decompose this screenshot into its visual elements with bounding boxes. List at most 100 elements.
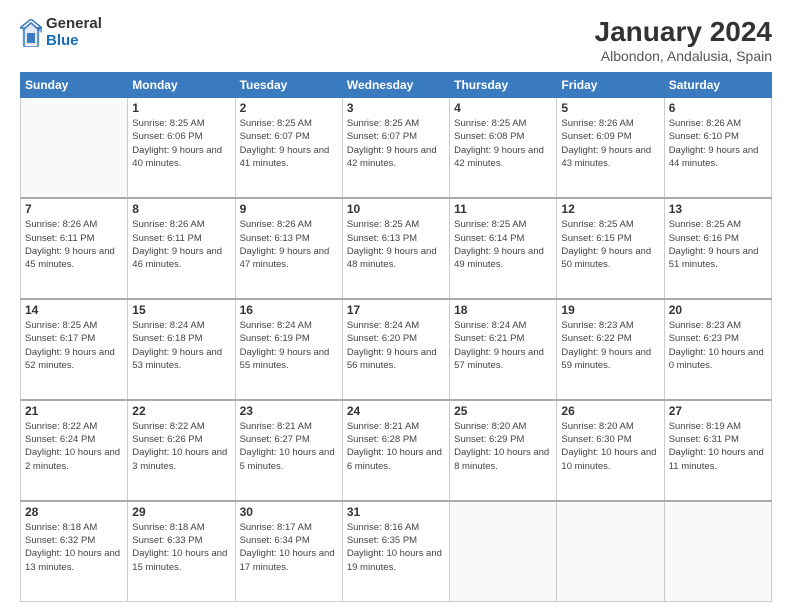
calendar-cell: 21Sunrise: 8:22 AMSunset: 6:24 PMDayligh… xyxy=(21,400,128,501)
logo: General Blue xyxy=(20,16,102,49)
day-number: 26 xyxy=(561,404,659,418)
calendar-cell: 15 Sunrise: 8:24 AMSunset: 6:18 PMDayligh… xyxy=(128,299,235,400)
day-info: Sunrise: 8:24 AMSunset: 6:20 PMDaylight:… xyxy=(347,319,445,372)
day-info: Sunrise: 8:26 AMSunset: 6:11 PMDaylight:… xyxy=(132,218,230,271)
day-info: Sunrise: 8:19 AMSunset: 6:31 PMDaylight:… xyxy=(669,420,767,473)
page: General Blue January 2024 Albondon, Anda… xyxy=(0,0,792,612)
day-number: 14 xyxy=(25,303,123,317)
day-number: 23 xyxy=(240,404,338,418)
day-info: Sunrise: 8:26 AMSunset: 6:10 PMDaylight:… xyxy=(669,117,767,170)
day-number: 18 xyxy=(454,303,552,317)
day-info: Sunrise: 8:25 AMSunset: 6:07 PMDaylight:… xyxy=(240,117,338,170)
day-info: Sunrise: 8:22 AMSunset: 6:26 PMDaylight:… xyxy=(132,420,230,473)
day-info: Sunrise: 8:25 AMSunset: 6:13 PMDaylight:… xyxy=(347,218,445,271)
day-info: Sunrise: 8:25 AMSunset: 6:14 PMDaylight:… xyxy=(454,218,552,271)
calendar-header-row: SundayMondayTuesdayWednesdayThursdayFrid… xyxy=(21,73,772,98)
calendar-cell: 24Sunrise: 8:21 AMSunset: 6:28 PMDayligh… xyxy=(342,400,449,501)
day-number: 12 xyxy=(561,202,659,216)
calendar-cell: 10 Sunrise: 8:25 AMSunset: 6:13 PMDayligh… xyxy=(342,198,449,299)
calendar-week-row: 21Sunrise: 8:22 AMSunset: 6:24 PMDayligh… xyxy=(21,400,772,501)
day-info: Sunrise: 8:17 AMSunset: 6:34 PMDaylight:… xyxy=(240,521,338,574)
day-info: Sunrise: 8:25 AMSunset: 6:07 PMDaylight:… xyxy=(347,117,445,170)
calendar-cell: 26 Sunrise: 8:20 AMSunset: 6:30 PMDayligh… xyxy=(557,400,664,501)
calendar-cell: 3Sunrise: 8:25 AMSunset: 6:07 PMDaylight… xyxy=(342,98,449,199)
day-number: 24 xyxy=(347,404,445,418)
calendar-cell: 18 Sunrise: 8:24 AMSunset: 6:21 PMDayligh… xyxy=(450,299,557,400)
calendar-cell: 1Sunrise: 8:25 AMSunset: 6:06 PMDaylight… xyxy=(128,98,235,199)
day-number: 2 xyxy=(240,101,338,115)
title-block: January 2024 Albondon, Andalusia, Spain xyxy=(595,16,772,64)
calendar-cell: 11 Sunrise: 8:25 AMSunset: 6:14 PMDayligh… xyxy=(450,198,557,299)
calendar-cell: 19 Sunrise: 8:23 AMSunset: 6:22 PMDayligh… xyxy=(557,299,664,400)
calendar-cell: 4Sunrise: 8:25 AMSunset: 6:08 PMDaylight… xyxy=(450,98,557,199)
calendar-cell: 29Sunrise: 8:18 AMSunset: 6:33 PMDayligh… xyxy=(128,501,235,602)
day-info: Sunrise: 8:23 AMSunset: 6:22 PMDaylight:… xyxy=(561,319,659,372)
day-number: 19 xyxy=(561,303,659,317)
day-info: Sunrise: 8:24 AMSunset: 6:19 PMDaylight:… xyxy=(240,319,338,372)
calendar-cell: 6 Sunrise: 8:26 AMSunset: 6:10 PMDaylight… xyxy=(664,98,771,199)
day-header-saturday: Saturday xyxy=(664,73,771,98)
day-number: 27 xyxy=(669,404,767,418)
day-number: 15 xyxy=(132,303,230,317)
day-number: 28 xyxy=(25,505,123,519)
day-number: 8 xyxy=(132,202,230,216)
day-info: Sunrise: 8:25 AMSunset: 6:08 PMDaylight:… xyxy=(454,117,552,170)
calendar-cell: 28Sunrise: 8:18 AMSunset: 6:32 PMDayligh… xyxy=(21,501,128,602)
day-info: Sunrise: 8:26 AMSunset: 6:09 PMDaylight:… xyxy=(561,117,659,170)
day-info: Sunrise: 8:24 AMSunset: 6:21 PMDaylight:… xyxy=(454,319,552,372)
day-header-wednesday: Wednesday xyxy=(342,73,449,98)
location: Albondon, Andalusia, Spain xyxy=(595,48,772,64)
calendar-cell: 23 Sunrise: 8:21 AMSunset: 6:27 PMDayligh… xyxy=(235,400,342,501)
calendar-week-row: 1Sunrise: 8:25 AMSunset: 6:06 PMDaylight… xyxy=(21,98,772,199)
day-number: 6 xyxy=(669,101,767,115)
calendar-cell: 27 Sunrise: 8:19 AMSunset: 6:31 PMDayligh… xyxy=(664,400,771,501)
calendar-week-row: 14 Sunrise: 8:25 AMSunset: 6:17 PMDayligh… xyxy=(21,299,772,400)
day-info: Sunrise: 8:24 AMSunset: 6:18 PMDaylight:… xyxy=(132,319,230,372)
day-number: 16 xyxy=(240,303,338,317)
day-number: 29 xyxy=(132,505,230,519)
logo-icon xyxy=(20,19,42,47)
day-info: Sunrise: 8:21 AMSunset: 6:27 PMDaylight:… xyxy=(240,420,338,473)
day-info: Sunrise: 8:20 AMSunset: 6:30 PMDaylight:… xyxy=(561,420,659,473)
logo-general: General xyxy=(46,16,102,33)
calendar-cell: 30 Sunrise: 8:17 AMSunset: 6:34 PMDayligh… xyxy=(235,501,342,602)
day-number: 31 xyxy=(347,505,445,519)
calendar-cell: 12 Sunrise: 8:25 AMSunset: 6:15 PMDayligh… xyxy=(557,198,664,299)
day-number: 11 xyxy=(454,202,552,216)
calendar-cell xyxy=(557,501,664,602)
day-info: Sunrise: 8:25 AMSunset: 6:17 PMDaylight:… xyxy=(25,319,123,372)
day-info: Sunrise: 8:25 AMSunset: 6:15 PMDaylight:… xyxy=(561,218,659,271)
day-number: 10 xyxy=(347,202,445,216)
day-number: 21 xyxy=(25,404,123,418)
calendar-cell: 14 Sunrise: 8:25 AMSunset: 6:17 PMDayligh… xyxy=(21,299,128,400)
calendar-cell: 7 Sunrise: 8:26 AMSunset: 6:11 PMDaylight… xyxy=(21,198,128,299)
calendar-cell: 2 Sunrise: 8:25 AMSunset: 6:07 PMDaylight… xyxy=(235,98,342,199)
calendar-cell: 9Sunrise: 8:26 AMSunset: 6:13 PMDaylight… xyxy=(235,198,342,299)
day-number: 20 xyxy=(669,303,767,317)
calendar-cell: 16 Sunrise: 8:24 AMSunset: 6:19 PMDayligh… xyxy=(235,299,342,400)
calendar-cell xyxy=(450,501,557,602)
calendar-week-row: 28Sunrise: 8:18 AMSunset: 6:32 PMDayligh… xyxy=(21,501,772,602)
logo-text: General Blue xyxy=(46,16,102,49)
month-year: January 2024 xyxy=(595,16,772,48)
day-header-tuesday: Tuesday xyxy=(235,73,342,98)
day-header-monday: Monday xyxy=(128,73,235,98)
day-info: Sunrise: 8:16 AMSunset: 6:35 PMDaylight:… xyxy=(347,521,445,574)
calendar-cell: 17 Sunrise: 8:24 AMSunset: 6:20 PMDayligh… xyxy=(342,299,449,400)
day-number: 7 xyxy=(25,202,123,216)
day-header-thursday: Thursday xyxy=(450,73,557,98)
logo-blue: Blue xyxy=(46,33,102,50)
calendar-cell: 8 Sunrise: 8:26 AMSunset: 6:11 PMDaylight… xyxy=(128,198,235,299)
calendar-cell: 5 Sunrise: 8:26 AMSunset: 6:09 PMDaylight… xyxy=(557,98,664,199)
day-header-friday: Friday xyxy=(557,73,664,98)
day-number: 30 xyxy=(240,505,338,519)
day-info: Sunrise: 8:26 AMSunset: 6:11 PMDaylight:… xyxy=(25,218,123,271)
day-info: Sunrise: 8:23 AMSunset: 6:23 PMDaylight:… xyxy=(669,319,767,372)
day-info: Sunrise: 8:20 AMSunset: 6:29 PMDaylight:… xyxy=(454,420,552,473)
day-number: 17 xyxy=(347,303,445,317)
calendar-cell: 13Sunrise: 8:25 AMSunset: 6:16 PMDayligh… xyxy=(664,198,771,299)
day-info: Sunrise: 8:25 AMSunset: 6:16 PMDaylight:… xyxy=(669,218,767,271)
calendar-cell: 31 Sunrise: 8:16 AMSunset: 6:35 PMDayligh… xyxy=(342,501,449,602)
day-number: 25 xyxy=(454,404,552,418)
day-number: 5 xyxy=(561,101,659,115)
